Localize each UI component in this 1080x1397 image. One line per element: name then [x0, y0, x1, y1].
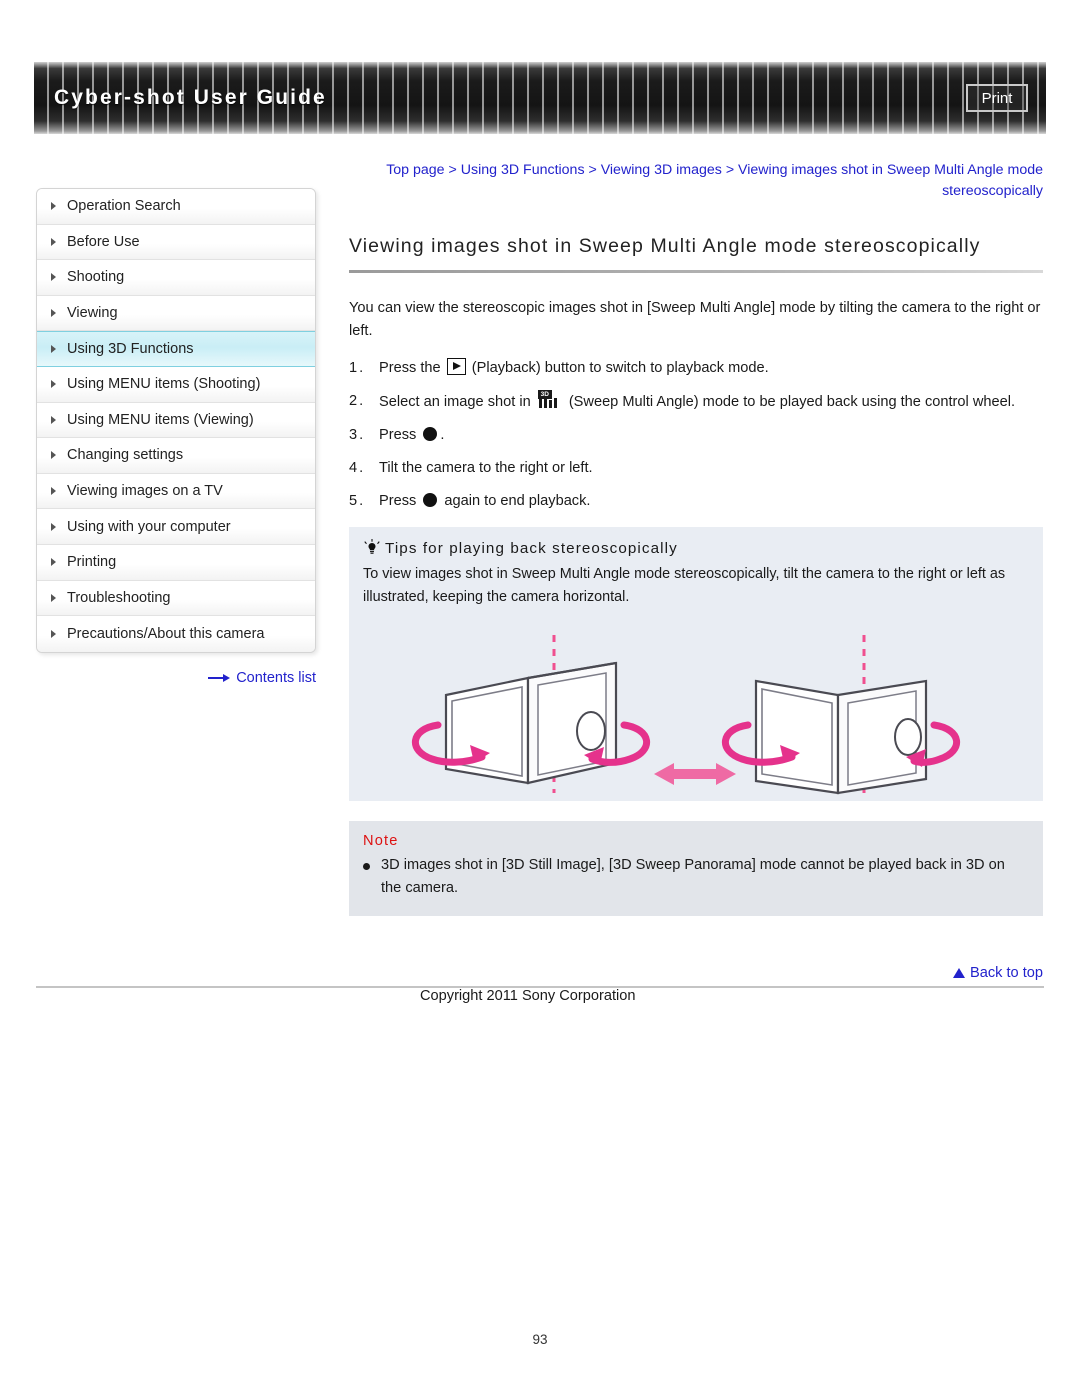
sidebar-item-label: Printing — [67, 554, 117, 571]
step-text-before: Press — [379, 493, 421, 509]
step-text-after: . — [440, 427, 445, 443]
back-to-top-label: Back to top — [969, 965, 1043, 981]
center-button-icon — [423, 493, 438, 507]
chevron-right-icon — [51, 522, 56, 531]
camera-tilt-left-right-illustration — [363, 621, 1029, 801]
step-text: Press again to end playback. — [379, 490, 1043, 513]
step-text-after: (Sweep Multi Angle) mode to be played ba… — [564, 394, 1015, 410]
sidebar-item-using-with-your-computer[interactable]: Using with your computer — [37, 509, 315, 545]
sidebar-item-label: Shooting — [67, 269, 125, 286]
tips-heading-label: Tips for playing back stereoscopically — [385, 539, 678, 557]
breadcrumb[interactable]: Top page > Using 3D Functions > Viewing … — [349, 160, 1043, 202]
chevron-right-icon — [51, 593, 56, 602]
sidebar-item-viewing[interactable]: Viewing — [37, 295, 315, 332]
step-item: 2. Select an image shot in 3D (Sweep Mult… — [349, 390, 1043, 414]
step-text: Select an image shot in 3D (Sweep Multi … — [379, 390, 1043, 414]
step-text-before: Select an image shot in — [379, 394, 535, 410]
chevron-right-icon — [51, 487, 56, 496]
step-text: Tilt the camera to the right or left. — [379, 457, 1043, 480]
sidebar-item-changing-settings[interactable]: Changing settings — [37, 438, 315, 474]
step-number: 3. — [349, 427, 366, 443]
tips-heading: Tips for playing back stereoscopically — [363, 539, 1029, 557]
sidebar-item-label: Using MENU items (Viewing) — [67, 411, 254, 428]
step-item: 1. Press the (Playback) button to switch … — [349, 357, 1043, 380]
sidebar-item-using-3d-functions[interactable]: Using 3D Functions — [37, 331, 315, 367]
sidebar-item-label: Troubleshooting — [67, 589, 171, 606]
sidebar-item-label: Using with your computer — [67, 518, 231, 535]
sweep-multi-angle-3d-icon: 3D — [537, 390, 563, 410]
sidebar-item-using-menu-items-shooting[interactable]: Using MENU items (Shooting) — [37, 366, 315, 403]
page-title: Viewing images shot in Sweep Multi Angle… — [349, 235, 981, 257]
print-button[interactable]: Print — [966, 84, 1028, 112]
step-number: 1. — [349, 360, 366, 376]
chevron-right-icon — [51, 345, 56, 354]
center-button-icon — [423, 427, 438, 441]
chevron-right-icon — [51, 558, 56, 567]
chevron-right-icon — [51, 415, 56, 424]
step-text: Press the (Playback) button to switch to… — [379, 357, 1043, 380]
main-content: Top page > Using 3D Functions > Viewing … — [349, 160, 1043, 916]
chevron-right-icon — [51, 380, 56, 389]
playback-icon — [446, 358, 466, 375]
bullet-icon — [363, 854, 381, 900]
sidebar-item-using-menu-items-viewing[interactable]: Using MENU items (Viewing) — [37, 402, 315, 439]
step-text-before: Tilt the camera to the right or left. — [379, 460, 593, 476]
title-divider — [349, 270, 1043, 273]
tips-panel: Tips for playing back stereoscopically T… — [349, 527, 1043, 801]
note-heading: Note — [363, 833, 399, 849]
chevron-right-icon — [51, 273, 56, 282]
step-number: 2. — [349, 393, 366, 409]
note-item: 3D images shot in [3D Still Image], [3D … — [363, 854, 1029, 900]
intro-paragraph: You can view the stereoscopic images sho… — [349, 300, 1041, 339]
app-header: Cyber-shot User Guide Print — [34, 62, 1046, 134]
step-item: 5. Press again to end playback. — [349, 490, 1043, 513]
sidebar-item-operation-search[interactable]: Operation Search — [37, 189, 315, 225]
sidebar-item-precautions-about-this-camera[interactable]: Precautions/About this camera — [37, 616, 315, 652]
arrow-right-icon — [208, 673, 231, 683]
chevron-right-icon — [51, 237, 56, 246]
tips-body-text: To view images shot in Sweep Multi Angle… — [363, 566, 1006, 605]
sidebar-item-label: Precautions/About this camera — [67, 625, 265, 642]
sidebar-item-viewing-images-on-a-tv[interactable]: Viewing images on a TV — [37, 473, 315, 510]
back-to-top-link[interactable]: Back to top — [349, 965, 1043, 981]
sidebar-nav: Operation Search Before Use Shooting Viewin… — [36, 188, 316, 653]
step-text-before: Press the — [379, 360, 445, 376]
step-text-after: again to end playback. — [440, 493, 591, 509]
step-text-before: Press — [379, 427, 421, 443]
copyright-text: Copyright 2011 Sony Corporation — [420, 988, 636, 1004]
sidebar-item-before-use[interactable]: Before Use — [37, 224, 315, 261]
step-item: 3. Press . — [349, 424, 1043, 447]
step-item: 4. Tilt the camera to the right or left. — [349, 457, 1043, 480]
chevron-right-icon — [51, 451, 56, 460]
sidebar-item-label: Using 3D Functions — [67, 341, 194, 358]
page-number: 93 — [532, 1332, 548, 1347]
app-title: Cyber-shot User Guide — [54, 86, 327, 109]
step-number: 5. — [349, 493, 366, 509]
sidebar-item-label: Before Use — [67, 233, 140, 250]
sidebar-item-label: Viewing — [67, 305, 118, 322]
sidebar-item-printing[interactable]: Printing — [37, 544, 315, 581]
step-text-after: (Playback) button to switch to playback … — [467, 360, 769, 376]
chevron-right-icon — [51, 202, 56, 211]
sidebar-item-label: Viewing images on a TV — [67, 483, 223, 500]
sidebar-item-label: Changing settings — [67, 447, 184, 464]
chevron-right-icon — [51, 629, 56, 638]
note-panel: Note 3D images shot in [3D Still Image],… — [349, 821, 1043, 916]
step-number: 4. — [349, 460, 366, 476]
sidebar-item-shooting[interactable]: Shooting — [37, 260, 315, 296]
contents-list-link[interactable]: Contents list — [36, 670, 316, 686]
contents-list-label: Contents list — [236, 670, 316, 686]
sidebar-item-label: Operation Search — [67, 198, 181, 215]
step-text: Press . — [379, 424, 1043, 447]
steps-list: 1. Press the (Playback) button to switch … — [349, 357, 1043, 513]
note-item-text: 3D images shot in [3D Still Image], [3D … — [381, 857, 1005, 896]
sidebar-item-label: Using MENU items (Shooting) — [67, 376, 261, 393]
chevron-right-icon — [51, 309, 56, 318]
lightbulb-icon — [364, 539, 380, 554]
triangle-up-icon — [952, 968, 965, 978]
sidebar-item-troubleshooting[interactable]: Troubleshooting — [37, 580, 315, 617]
